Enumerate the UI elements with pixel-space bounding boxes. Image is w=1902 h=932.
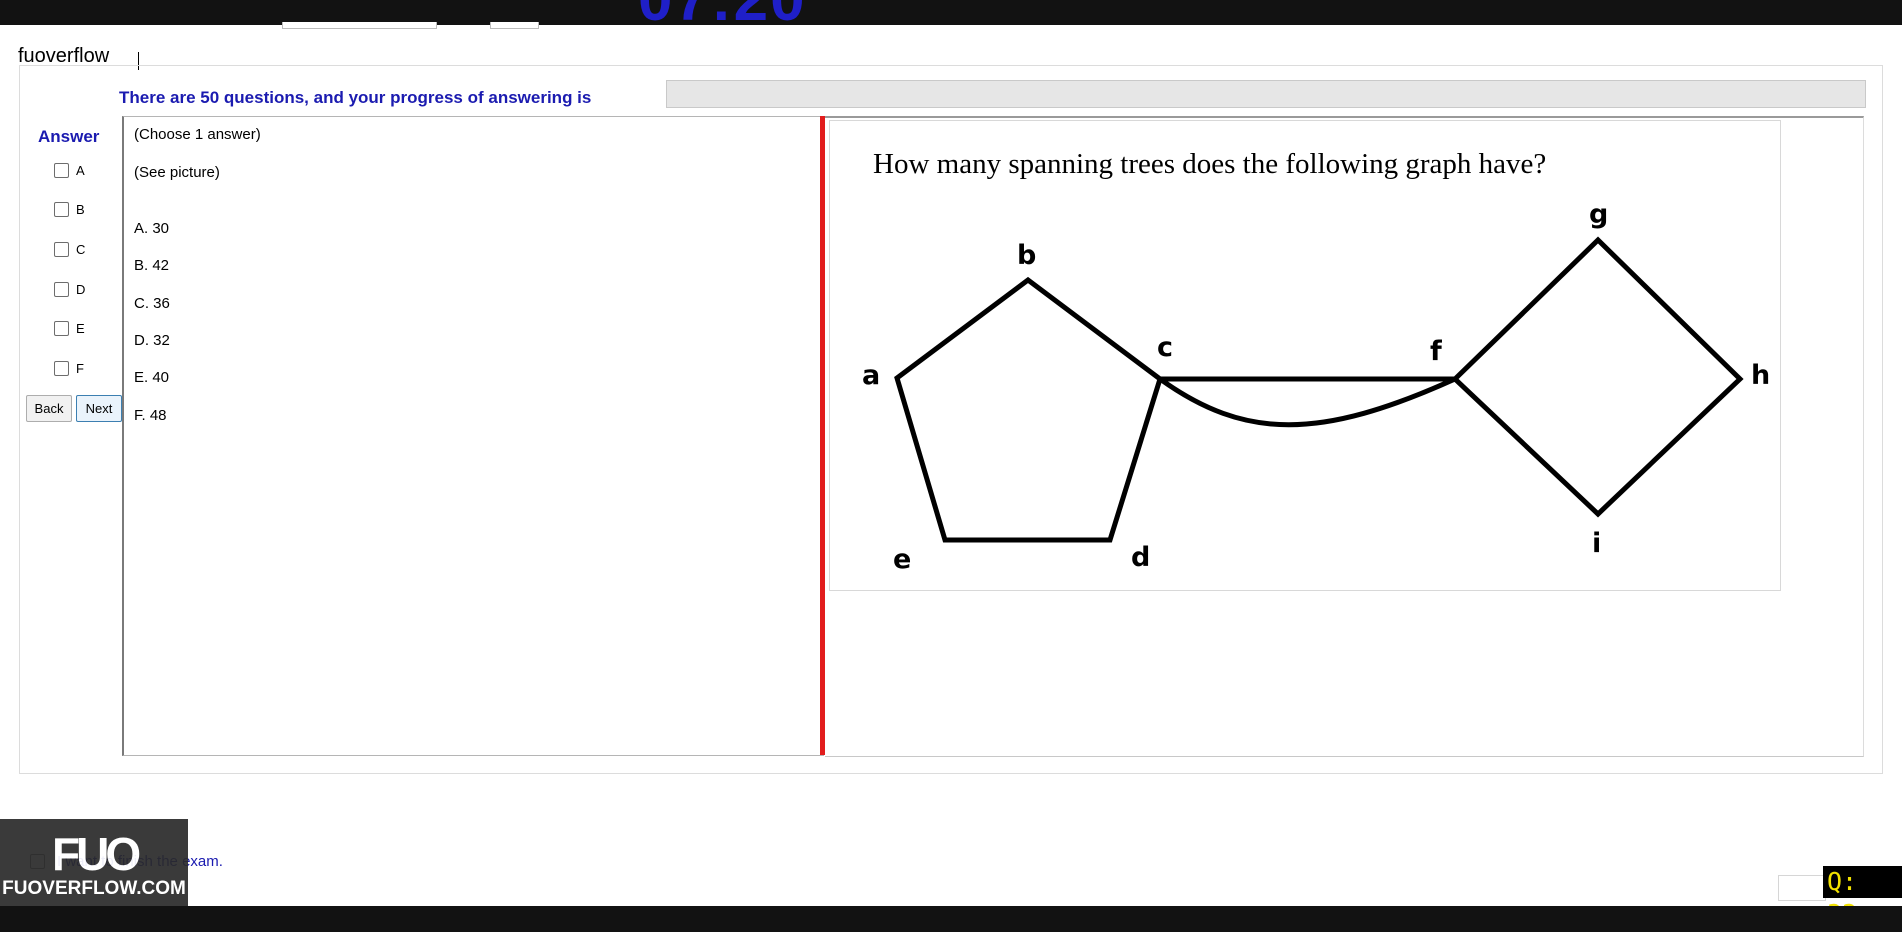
- edge-c-f-curve: [1158, 376, 1457, 428]
- vertex-d-label: d: [1131, 542, 1150, 573]
- vertex-b-label: b: [1017, 240, 1036, 271]
- vertex-i-label: i: [1592, 528, 1601, 559]
- vertex-f-label: f: [1430, 336, 1442, 367]
- pentagon-edges: [894, 276, 1163, 543]
- watermark-logo: FUO FUOVERFLOW.COM: [0, 819, 188, 907]
- question-number-badge: Q: 32: [1823, 866, 1902, 928]
- vertex-a-label: a: [862, 360, 880, 391]
- graph-diagram: a b c d e f g h i: [862, 199, 1770, 575]
- watermark-mark: FUO: [52, 828, 141, 880]
- vertex-c-label: c: [1157, 332, 1173, 363]
- small-input-box[interactable]: [1778, 875, 1826, 901]
- vertex-e-label: e: [893, 544, 911, 575]
- diamond-edges: [1451, 236, 1744, 518]
- watermark-text: FUOVERFLOW.COM: [2, 878, 186, 899]
- vertex-g-label: g: [1589, 199, 1608, 230]
- vertex-h-label: h: [1751, 360, 1770, 391]
- bottom-black-bar: [0, 906, 1902, 932]
